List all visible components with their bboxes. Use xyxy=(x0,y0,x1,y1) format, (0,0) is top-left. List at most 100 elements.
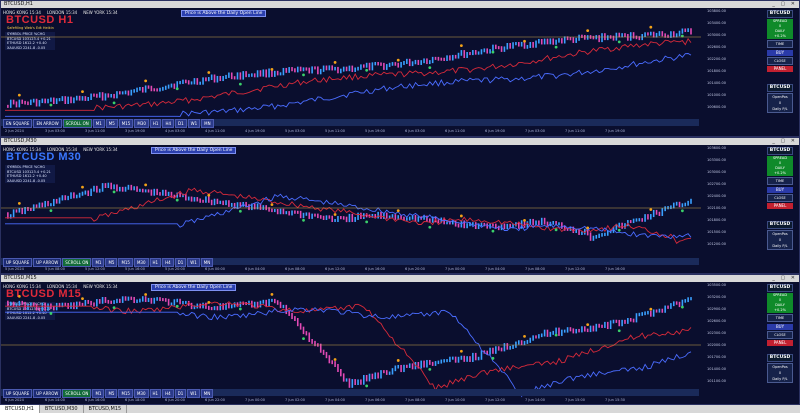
time-button[interactable]: TIME xyxy=(767,40,793,48)
time-tick: 6 Jun 04:00 xyxy=(245,267,266,271)
toolbar-button[interactable]: EN SQUARE xyxy=(3,119,33,128)
buy-button[interactable]: BUY xyxy=(767,324,793,330)
time-tick: 7 Jun 14:00 xyxy=(525,398,546,402)
pane-titlebar[interactable]: BTCUSD,M15 _ ▢ ✕ xyxy=(1,275,799,282)
signal-dot xyxy=(649,208,653,211)
pane-titlebar[interactable]: BTCUSD,H1 _ ▢ ✕ xyxy=(1,1,799,8)
price-axis: 103500.00 103200.00 102900.00 102600.00 1023… xyxy=(707,283,739,391)
toolbar-button[interactable]: W1 xyxy=(187,258,200,267)
toolbar-button[interactable]: W1 xyxy=(187,389,200,398)
signal-dot xyxy=(270,292,274,296)
toolbar-button[interactable]: M15 xyxy=(118,119,134,128)
toolbar-button[interactable]: M15 xyxy=(118,389,133,398)
toolbar-button[interactable]: M30 xyxy=(134,119,149,128)
price-tick: 101200.00 xyxy=(707,242,726,246)
signal-dot xyxy=(365,220,369,224)
toolbar-button[interactable]: M1 xyxy=(92,258,105,267)
window-controls[interactable]: _ ▢ ✕ xyxy=(772,1,797,8)
panel-button[interactable]: PANEL xyxy=(767,203,793,209)
buy-button[interactable]: BUY xyxy=(767,187,793,193)
toolbar-button[interactable]: M1 xyxy=(92,389,105,398)
time-tick: 5 Jun 16:00 xyxy=(125,267,146,271)
toolbar-button[interactable]: H1 xyxy=(149,389,162,398)
price-tick: 102100.00 xyxy=(707,206,726,210)
toolbar-button[interactable]: D1 xyxy=(174,258,187,267)
chart-pane-m15[interactable]: BTCUSD,M15 _ ▢ ✕ HONG KONG 15:34 LONDON 15… xyxy=(0,274,800,405)
toolbar-button[interactable]: MN xyxy=(200,258,214,267)
toolbar-button[interactable]: D1 xyxy=(174,389,187,398)
toolbar-button[interactable]: H4 xyxy=(162,119,175,128)
toolbar-button[interactable]: M5 xyxy=(105,119,118,128)
toolbar-button[interactable]: SCROLL ON xyxy=(62,119,92,128)
toolbar-button[interactable]: SCROLL ON xyxy=(62,389,92,398)
price-plot[interactable] xyxy=(1,9,701,134)
buy-button[interactable]: BUY xyxy=(767,50,793,56)
toolbar-button[interactable]: SCROLL ON xyxy=(62,258,92,267)
window-controls[interactable]: _ ▢ ✕ xyxy=(772,275,797,282)
time-button[interactable]: TIME xyxy=(767,314,793,322)
signal-dot xyxy=(207,301,211,304)
close-button[interactable]: CLOSE xyxy=(767,194,793,202)
toolbar-button[interactable]: UP SQUARE xyxy=(3,258,33,267)
time-button[interactable]: TIME xyxy=(767,177,793,185)
signal-dot xyxy=(586,323,590,326)
toolbar-button[interactable]: H4 xyxy=(162,258,174,267)
toolbar-button[interactable]: UP SQUARE xyxy=(3,389,33,398)
signal-dot xyxy=(333,358,337,361)
toolbar-button[interactable]: M1 xyxy=(92,119,105,128)
price-tick: 101000.00 xyxy=(707,93,726,97)
time-tick: 6 Jun 03:00 xyxy=(405,129,426,133)
close-button[interactable]: CLOSE xyxy=(767,331,793,339)
toolbar-button[interactable]: H1 xyxy=(149,258,162,267)
signal-dot xyxy=(81,90,84,94)
signal-dot xyxy=(270,203,274,206)
tab-m15[interactable]: BTCUSD,M15 xyxy=(84,405,128,413)
price-tick: 103000.00 xyxy=(707,170,726,174)
toolbar-button[interactable]: EN ARROW xyxy=(33,119,62,128)
toolbar-button[interactable]: M30 xyxy=(133,389,149,398)
panel-button[interactable]: PANEL xyxy=(767,340,793,346)
info-box: OpenPos 0 Daily P/L xyxy=(767,363,793,383)
price-tick: 102000.00 xyxy=(707,343,726,347)
time-tick: 5 Jun 03:00 xyxy=(285,129,306,133)
price-tick: 102700.00 xyxy=(707,182,726,186)
signal-dot xyxy=(238,209,242,213)
signal-dot xyxy=(680,305,684,309)
tab-h1[interactable]: BTCUSD,H1 xyxy=(0,405,40,413)
toolbar-button[interactable]: MN xyxy=(201,119,214,128)
signal-dot xyxy=(270,68,274,71)
time-tick: 6 Jun 12:00 xyxy=(325,267,346,271)
signal-dot xyxy=(17,294,21,298)
toolbar-button[interactable]: M30 xyxy=(133,258,149,267)
price-tick: 102300.00 xyxy=(707,331,726,335)
time-tick: 7 Jun 06:00 xyxy=(365,398,386,402)
toolbar-button[interactable]: D1 xyxy=(175,119,187,128)
info-box: OpenPos 0 Daily P/L xyxy=(767,93,793,113)
toolbar-button[interactable]: M15 xyxy=(118,258,133,267)
tab-m30[interactable]: BTCUSD,M30 xyxy=(40,405,84,413)
trading-terminal: BTCUSD,H1 _ ▢ ✕ HONG KONG 15:34 LONDON 15:… xyxy=(0,0,800,413)
close-button[interactable]: CLOSE xyxy=(767,57,793,65)
panel-button[interactable]: PANEL xyxy=(767,66,793,72)
toolbar-button[interactable]: H1 xyxy=(149,119,162,128)
time-tick: 5 Jun 12:00 xyxy=(85,267,106,271)
signal-dot xyxy=(428,66,432,70)
toolbar-button[interactable]: M5 xyxy=(105,389,118,398)
signal-dot xyxy=(617,40,621,44)
toolbar-button[interactable]: MN xyxy=(200,389,214,398)
pane-titlebar[interactable]: BTCUSD,M30 _ ▢ ✕ xyxy=(1,138,799,145)
toolbar-button[interactable]: W1 xyxy=(187,119,201,128)
window-controls[interactable]: _ ▢ ✕ xyxy=(772,138,797,145)
time-tick: 7 Jun 19:00 xyxy=(605,129,626,133)
toolbar-button[interactable]: UP ARROW xyxy=(33,258,62,267)
price-plot[interactable] xyxy=(1,283,701,398)
signal-dot xyxy=(459,214,463,218)
time-axis: 2 Jun 2024 3 Jun 03:00 3 Jun 11:00 3 Jun 19… xyxy=(5,129,699,135)
chart-pane-h1[interactable]: BTCUSD,H1 _ ▢ ✕ HONG KONG 15:34 LONDON 15:… xyxy=(0,0,800,137)
chart-pane-m30[interactable]: BTCUSD,M30 _ ▢ ✕ HONG KONG 15:34 LONDON 15… xyxy=(0,137,800,274)
signal-dot xyxy=(207,71,211,74)
toolbar-button[interactable]: H4 xyxy=(162,389,174,398)
price-plot[interactable] xyxy=(1,146,701,271)
toolbar-button[interactable]: M5 xyxy=(105,258,118,267)
toolbar-button[interactable]: UP ARROW xyxy=(33,389,62,398)
